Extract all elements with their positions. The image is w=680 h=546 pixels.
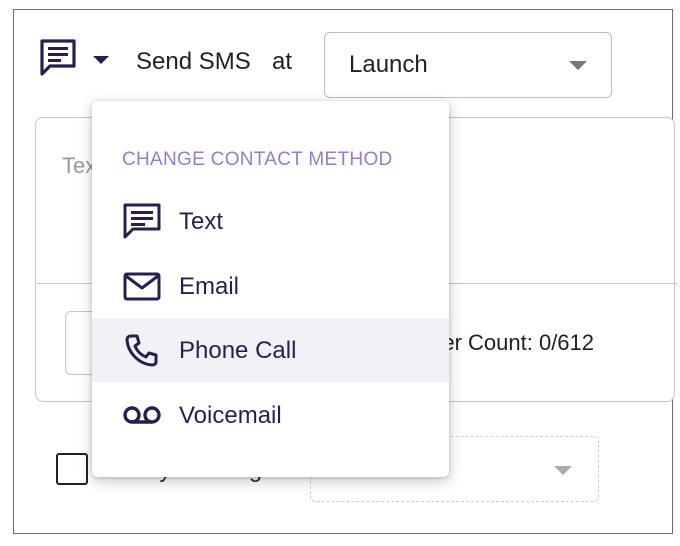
menu-item-phone-call[interactable]: Phone Call: [92, 318, 449, 382]
trigger-select[interactable]: Launch: [324, 32, 612, 98]
menu-item-label: Text: [179, 208, 224, 235]
trigger-select-value: Launch: [349, 51, 428, 78]
menu-header: CHANGE CONTACT METHOD: [122, 149, 393, 170]
send-sms-label: Send SMS: [136, 48, 251, 75]
chevron-down-icon: [554, 466, 572, 475]
delay-message-checkbox[interactable]: [56, 453, 88, 485]
menu-item-email[interactable]: Email: [92, 254, 449, 318]
at-label: at: [272, 48, 293, 75]
contact-method-button[interactable]: [38, 38, 78, 78]
contact-method-caret[interactable]: [90, 48, 112, 70]
text-message-icon: [123, 203, 161, 239]
menu-item-text[interactable]: Text: [92, 189, 449, 253]
text-message-icon: [40, 39, 76, 76]
menu-item-label: Email: [179, 273, 240, 300]
chevron-down-icon: [569, 61, 587, 70]
phone-icon: [125, 334, 158, 367]
caret-down-icon: [93, 56, 109, 64]
envelope-icon: [123, 272, 161, 301]
menu-item-label: Voicemail: [179, 402, 282, 429]
menu-item-label: Phone Call: [179, 337, 297, 364]
menu-item-voicemail[interactable]: Voicemail: [92, 383, 449, 447]
voicemail-icon: [123, 406, 161, 424]
contact-method-menu: CHANGE CONTACT METHOD Text Email Phone C…: [92, 101, 449, 477]
